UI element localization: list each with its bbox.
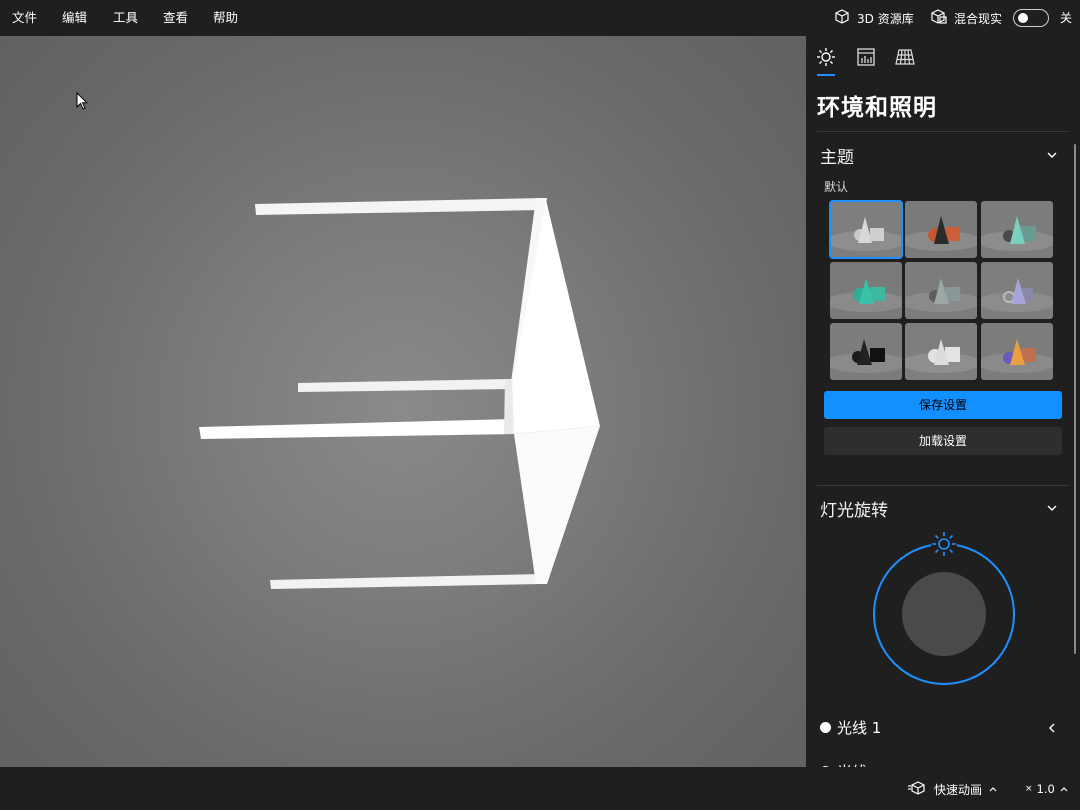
divider bbox=[817, 131, 1069, 132]
divider bbox=[817, 485, 1069, 486]
light-1-item[interactable]: 光线 1 bbox=[820, 716, 881, 738]
theme-thumb-7[interactable] bbox=[830, 323, 902, 380]
3d-viewport[interactable] bbox=[0, 36, 806, 767]
menu-view[interactable]: 查看 bbox=[163, 0, 188, 36]
cube-icon bbox=[833, 8, 851, 29]
mixed-reality-icon bbox=[930, 8, 948, 29]
panel-scrollbar[interactable] bbox=[1074, 144, 1076, 654]
load-settings-button[interactable]: 加载设置 bbox=[824, 427, 1062, 455]
quick-animation-button[interactable]: 快速动画 bbox=[908, 779, 998, 799]
multiply-icon: × bbox=[1025, 784, 1033, 794]
3d-library-button[interactable]: 3D 资源库 bbox=[833, 8, 914, 28]
chevron-up-icon bbox=[989, 787, 997, 792]
grid-icon bbox=[895, 49, 915, 65]
3d-model[interactable] bbox=[0, 36, 806, 767]
stats-icon bbox=[857, 48, 875, 66]
light-color-dot bbox=[820, 721, 831, 733]
3d-library-label: 3D 资源库 bbox=[857, 11, 914, 26]
panel-title: 环境和照明 bbox=[817, 95, 937, 121]
mixed-reality-label: 混合现实 bbox=[954, 11, 1003, 26]
tab-environment[interactable] bbox=[815, 46, 837, 68]
light-1-label: 光线 1 bbox=[837, 718, 882, 737]
speed-selector[interactable]: × 1.0 bbox=[1025, 779, 1069, 799]
theme-section-title[interactable]: 主题 bbox=[820, 143, 854, 168]
theme-thumb-9[interactable] bbox=[981, 323, 1053, 380]
menu-tools[interactable]: 工具 bbox=[113, 0, 138, 36]
save-settings-button[interactable]: 保存设置 bbox=[824, 391, 1062, 419]
tab-statistics[interactable] bbox=[855, 46, 877, 68]
active-tab-indicator bbox=[817, 74, 835, 76]
animation-cube-icon bbox=[908, 780, 928, 799]
sun-icon bbox=[817, 48, 835, 66]
theme-default-label: 默认 bbox=[824, 180, 849, 194]
theme-thumb-4[interactable] bbox=[830, 262, 902, 319]
chevron-up-icon bbox=[1060, 787, 1068, 792]
mixed-reality-toggle[interactable] bbox=[1013, 9, 1049, 27]
menu-help[interactable]: 帮助 bbox=[213, 0, 238, 36]
light-handle-sun-icon[interactable] bbox=[931, 531, 957, 557]
mixed-reality-button[interactable]: 混合现实 bbox=[930, 8, 1002, 28]
theme-thumb-3[interactable] bbox=[981, 201, 1053, 258]
cursor-icon bbox=[76, 92, 89, 110]
tab-grid[interactable] bbox=[894, 46, 916, 68]
speed-value: 1.0 bbox=[1036, 782, 1055, 796]
chevron-left-icon[interactable] bbox=[1046, 722, 1058, 734]
chevron-down-icon[interactable] bbox=[1046, 149, 1058, 161]
light-rotation-dial[interactable] bbox=[866, 528, 1022, 698]
theme-thumb-6[interactable] bbox=[981, 262, 1053, 319]
menu-edit[interactable]: 编辑 bbox=[62, 0, 87, 36]
theme-thumb-8[interactable] bbox=[905, 323, 977, 380]
side-panel: 环境和照明 主题 默认 保存设置 加载设置 灯光旋转 光线 1 bbox=[806, 36, 1080, 767]
menu-bar: 文件 编辑 工具 查看 帮助 3D 资源库 混合现实 关 bbox=[0, 0, 1080, 36]
chevron-down-icon[interactable] bbox=[1046, 502, 1058, 514]
bottom-bar: 快速动画 × 1.0 bbox=[0, 767, 1080, 810]
theme-thumb-5[interactable] bbox=[905, 262, 977, 319]
theme-thumb-2[interactable] bbox=[905, 201, 977, 258]
mixed-reality-state: 关 bbox=[1060, 11, 1073, 25]
light-rotation-section-title[interactable]: 灯光旋转 bbox=[820, 496, 888, 521]
panel-tabs bbox=[806, 36, 1080, 80]
light-2-item[interactable]: 光线 bbox=[820, 760, 867, 767]
quick-animation-label: 快速动画 bbox=[934, 782, 983, 797]
menu-file[interactable]: 文件 bbox=[12, 0, 37, 36]
theme-thumb-1[interactable] bbox=[829, 200, 903, 259]
